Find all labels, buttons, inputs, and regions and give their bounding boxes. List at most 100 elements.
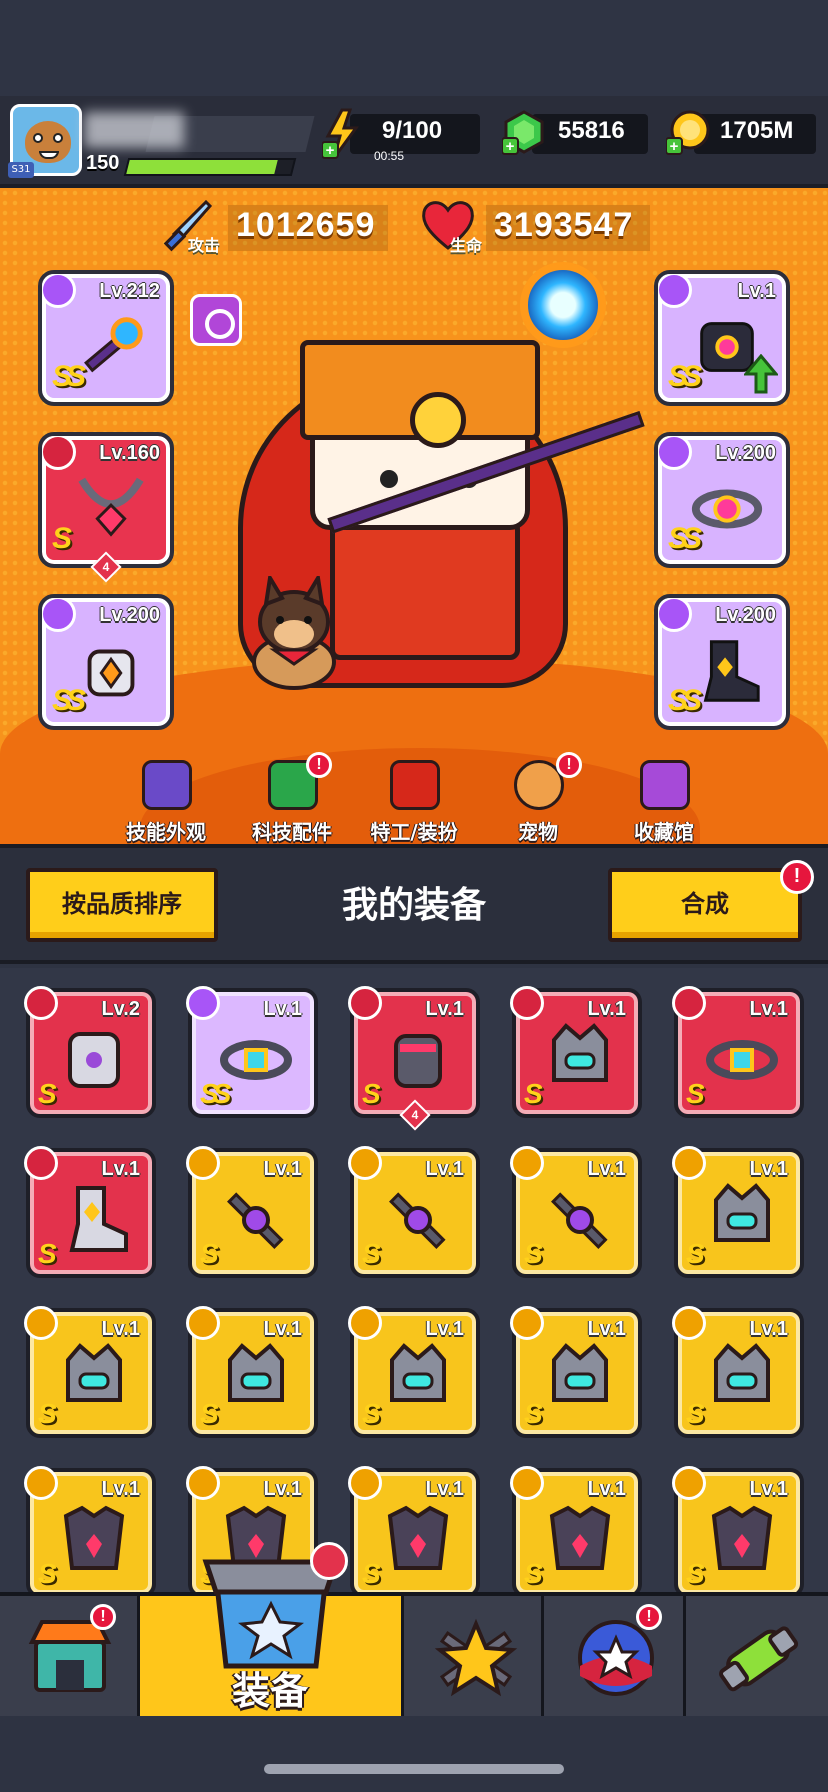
hero-eye <box>380 470 398 488</box>
coins-value: 1705M <box>720 117 794 144</box>
gems-value: 55816 <box>558 117 625 144</box>
slot-level: Lv.212 <box>99 280 160 302</box>
slot-grade: SS <box>668 522 702 555</box>
item-level: Lv.1 <box>749 1478 788 1500</box>
item-type-icon <box>348 1306 382 1340</box>
chest-armor-icon <box>63 1505 125 1570</box>
item-level: Lv.1 <box>263 998 302 1020</box>
equip-slot-belt[interactable]: Lv.200 SS <box>654 432 790 568</box>
hp-value: 3193547 <box>494 206 634 244</box>
slot-level: Lv.200 <box>715 604 776 626</box>
hero-settings-button[interactable] <box>190 294 242 346</box>
item-type-icon <box>24 1466 58 1500</box>
shortcut-label: 宠物 <box>518 820 558 844</box>
inventory-item[interactable]: Lv.1 S <box>510 1466 642 1592</box>
inventory-item[interactable]: Lv.1 S <box>348 1306 480 1438</box>
inventory-item[interactable]: Lv.1 S <box>510 1146 642 1278</box>
equip-slot-boots[interactable]: Lv.200 SS <box>654 594 790 730</box>
slot-grade: SS <box>52 684 86 717</box>
inventory-item[interactable]: Lv.1 S <box>348 1146 480 1278</box>
inventory-item[interactable]: Lv.1 S <box>24 1466 156 1592</box>
inventory-item[interactable]: Lv.1 S <box>24 1306 156 1438</box>
avatar-eye <box>33 133 43 143</box>
sort-by-quality-button[interactable]: 按品质排序 <box>26 868 218 942</box>
inventory-item[interactable]: Lv.1 S <box>672 1466 804 1592</box>
helmet-icon <box>552 1343 608 1402</box>
battle-star-icon <box>434 1618 518 1697</box>
merge-button[interactable]: 合成 <box>608 868 802 942</box>
equip-slot-weapon[interactable]: Lv.212 SS <box>38 270 174 406</box>
item-type-icon <box>348 1146 382 1180</box>
inventory-item[interactable]: Lv.1 SS <box>186 986 318 1118</box>
hp-label: 生命 <box>450 236 483 255</box>
home-indicator[interactable] <box>264 1764 564 1774</box>
inventory-item[interactable]: Lv.1 S <box>348 1466 480 1592</box>
item-type-icon <box>672 986 706 1020</box>
item-level: Lv.1 <box>587 1318 626 1340</box>
armor-type-icon <box>658 274 692 308</box>
inventory-grid: Lv.2 S Lv.1 SS Lv.1 S 4 Lv.1 S Lv.1 S Lv.1 S Lv.1 S Lv.… <box>0 968 828 1592</box>
shortcut-label: 特工/装扮 <box>370 820 458 844</box>
coin-icon: + <box>666 110 710 155</box>
inventory-item[interactable]: Lv.1 S <box>510 1306 642 1438</box>
item-type-icon <box>24 986 58 1020</box>
glove-type-icon <box>42 598 76 632</box>
shortcut-collection[interactable]: 收藏馆 <box>604 760 724 844</box>
weapon-icon <box>227 1192 284 1249</box>
shortcut-agent-costume[interactable]: 特工/装扮 <box>354 760 474 844</box>
energy-timer: 00:55 <box>374 149 405 163</box>
item-grade: S <box>524 1078 543 1109</box>
item-level: Lv.1 <box>749 998 788 1020</box>
star-count: 4 <box>102 560 110 574</box>
boots-icon <box>69 1186 128 1252</box>
item-level: Lv.1 <box>425 1478 464 1500</box>
item-grade: S <box>38 1238 57 1269</box>
inventory-item[interactable]: Lv.1 S <box>672 1146 804 1278</box>
nav-lab[interactable] <box>686 1596 828 1716</box>
inventory-item[interactable]: Lv.2 S <box>24 986 156 1118</box>
item-level: Lv.1 <box>101 1318 140 1340</box>
inventory-item[interactable]: Lv.1 S <box>186 1146 318 1278</box>
slot-level: Lv.200 <box>99 604 160 626</box>
equip-slot-necklace[interactable]: Lv.160 S <box>38 432 174 568</box>
equip-slot-glove[interactable]: Lv.200 SS <box>38 594 174 730</box>
svg-text:+: + <box>326 142 335 159</box>
necklace-type-icon <box>42 436 76 470</box>
armor-icon <box>68 1032 120 1088</box>
inventory-item[interactable]: Lv.1 S <box>672 1306 804 1438</box>
nav-battle[interactable] <box>404 1596 544 1716</box>
equip-slot-armor[interactable]: Lv.1 SS <box>654 270 790 406</box>
star-count: 4 <box>411 1108 419 1122</box>
helmet-icon <box>66 1343 122 1402</box>
item-grade: S <box>200 1398 219 1429</box>
nav-equipment-label: 装备 <box>232 1669 309 1713</box>
inventory-item[interactable]: Lv.1 S <box>510 986 642 1118</box>
shortcut-skill-skins[interactable]: 技能外观 <box>106 760 226 844</box>
nav-challenge[interactable]: ! <box>544 1596 686 1716</box>
energy-bolt-icon: + <box>322 108 359 159</box>
item-level: Lv.1 <box>425 998 464 1020</box>
attack-label: 攻击 <box>188 236 221 255</box>
inventory-item[interactable]: Lv.1 S <box>24 1146 156 1278</box>
nav-shop[interactable]: ! <box>0 1596 140 1716</box>
inventory-item[interactable]: Lv.1 S <box>672 986 804 1118</box>
glove-icon <box>87 649 135 697</box>
merge-notification-badge: ! <box>780 860 814 894</box>
slot-grade: SS <box>668 684 702 717</box>
item-level: Lv.1 <box>587 1158 626 1180</box>
item-grade: S <box>38 1558 57 1589</box>
item-type-icon <box>510 986 544 1020</box>
xp-bar-fill <box>126 160 278 174</box>
xp-bar <box>123 158 297 176</box>
inventory-item[interactable]: Lv.1 S 4 <box>348 986 480 1131</box>
helmet-icon <box>228 1343 284 1402</box>
item-type-icon <box>672 1146 706 1180</box>
avatar-eye <box>53 133 63 143</box>
player-level: 150 <box>86 152 120 174</box>
svg-text:+: + <box>670 138 679 155</box>
shortcut-tech-parts[interactable]: ! 科技配件 <box>232 752 352 844</box>
shortcut-pets[interactable]: ! 宠物 <box>478 752 598 844</box>
belt-type-icon <box>658 436 692 470</box>
staff-icon <box>84 317 143 373</box>
inventory-item[interactable]: Lv.1 S <box>186 1306 318 1438</box>
